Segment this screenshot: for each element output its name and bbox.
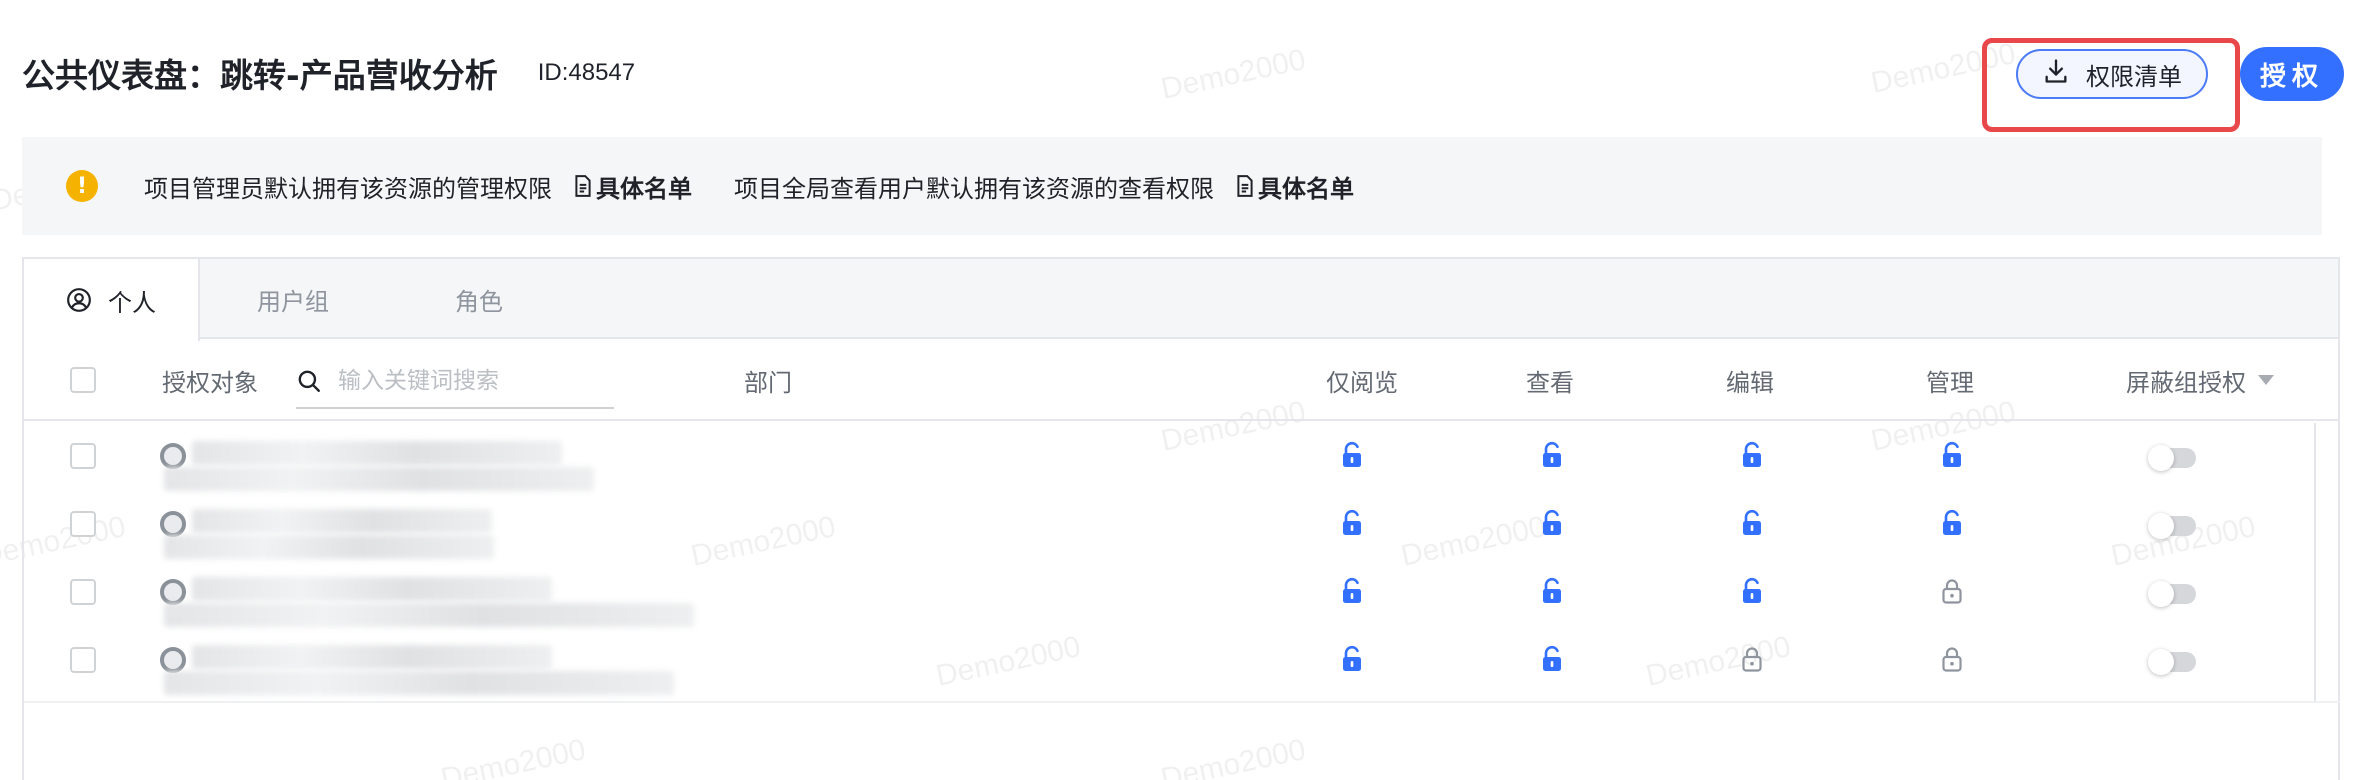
redacted-name <box>192 645 552 669</box>
notice-admin-text: 项目管理员默认拥有该资源的管理权限 <box>144 174 552 203</box>
redacted-name <box>164 671 674 695</box>
page-header: 公共仪表盘：跳转-产品营收分析 ID:48547 <box>22 48 635 98</box>
unlock-icon[interactable] <box>1740 441 1764 469</box>
viewer-list-link[interactable]: 具体名单 <box>1236 169 1354 204</box>
permission-notice: ! 项目管理员默认拥有该资源的管理权限 具体名单 项目全局查看用户默认拥有该资源… <box>22 137 2322 235</box>
tab-individual[interactable]: 个人 <box>24 259 200 341</box>
search-input[interactable] <box>338 368 598 394</box>
subject-search[interactable] <box>296 355 614 409</box>
admin-list-link-label: 具体名单 <box>596 174 692 203</box>
dashboard-id: ID:48547 <box>537 59 636 86</box>
page-title: 公共仪表盘：跳转-产品营收分析 <box>22 56 498 95</box>
select-all-checkbox-cell <box>70 341 96 419</box>
unlock-icon[interactable] <box>1340 577 1364 605</box>
unlock-icon[interactable] <box>1740 509 1764 537</box>
column-view: 查看 <box>1526 368 1574 397</box>
document-icon <box>1237 175 1253 197</box>
lock-icon[interactable] <box>1940 577 1964 605</box>
notice-viewer-text: 项目全局查看用户默认拥有该资源的查看权限 <box>734 174 1214 203</box>
table-divider <box>24 701 2340 703</box>
redacted-name <box>192 509 492 533</box>
column-view-only: 仅阅览 <box>1326 368 1398 397</box>
row-checkbox[interactable] <box>70 511 96 537</box>
unlock-icon[interactable] <box>1540 577 1564 605</box>
viewer-list-link-label: 具体名单 <box>1258 174 1354 203</box>
column-edit: 编辑 <box>1726 368 1774 397</box>
unlock-icon[interactable] <box>1340 645 1364 673</box>
document-icon <box>575 175 591 197</box>
unlock-icon[interactable] <box>1940 509 1964 537</box>
warning-icon: ! <box>66 170 98 202</box>
avatar <box>160 579 186 605</box>
tab-bar: 个人 用户组 角色 <box>24 259 2338 341</box>
redacted-name <box>164 467 594 491</box>
admin-list-link[interactable]: 具体名单 <box>574 169 692 204</box>
table-row <box>24 491 2314 559</box>
watermark: Demo2000 <box>1158 43 1309 106</box>
block-group-toggle[interactable] <box>2148 445 2196 471</box>
column-block-group-label: 屏蔽组授权 <box>2126 368 2246 397</box>
table-row <box>24 559 2314 627</box>
table-header: 授权对象 部门 仅阅览 查看 编辑 管理 屏蔽组授权 <box>24 341 2340 421</box>
redacted-name <box>164 603 694 627</box>
unlock-icon[interactable] <box>1540 509 1564 537</box>
column-subject: 授权对象 <box>162 368 258 397</box>
table-scrollbar[interactable] <box>2314 423 2340 701</box>
avatar <box>160 647 186 673</box>
block-group-toggle[interactable] <box>2148 513 2196 539</box>
redacted-name <box>192 441 562 465</box>
row-checkbox[interactable] <box>70 647 96 673</box>
row-checkbox[interactable] <box>70 579 96 605</box>
permissions-panel: 个人 用户组 角色 授权对象 部门 仅阅览 查看 编辑 管理 屏蔽组授权 <box>22 257 2340 780</box>
lock-icon[interactable] <box>1740 645 1764 673</box>
table-row <box>24 423 2314 491</box>
dropdown-caret-icon <box>2258 375 2274 385</box>
select-all-checkbox[interactable] <box>70 367 96 393</box>
unlock-icon[interactable] <box>1340 509 1364 537</box>
download-button-label: 权限清单 <box>2086 62 2182 91</box>
tab-user-group[interactable]: 用户组 <box>200 259 386 339</box>
authorize-button[interactable]: 授权 <box>2240 47 2344 101</box>
redacted-name <box>164 535 494 559</box>
unlock-icon[interactable] <box>1540 645 1564 673</box>
unlock-icon[interactable] <box>1740 577 1764 605</box>
tab-role[interactable]: 角色 <box>386 259 572 339</box>
table-row <box>24 627 2314 695</box>
unlock-icon[interactable] <box>1940 441 1964 469</box>
block-group-toggle[interactable] <box>2148 581 2196 607</box>
redacted-name <box>192 577 552 601</box>
column-manage: 管理 <box>1926 368 1974 397</box>
unlock-icon[interactable] <box>1340 441 1364 469</box>
column-block-group[interactable]: 屏蔽组授权 <box>2126 341 2274 419</box>
download-icon <box>2042 57 2070 91</box>
search-icon <box>298 370 320 392</box>
permission-list-download-button[interactable]: 权限清单 <box>2016 49 2208 99</box>
avatar <box>160 443 186 469</box>
block-group-toggle[interactable] <box>2148 649 2196 675</box>
unlock-icon[interactable] <box>1540 441 1564 469</box>
row-checkbox[interactable] <box>70 443 96 469</box>
column-department: 部门 <box>744 368 792 397</box>
tab-individual-label: 个人 <box>108 288 156 317</box>
user-circle-icon <box>67 288 91 312</box>
avatar <box>160 511 186 537</box>
lock-icon[interactable] <box>1940 645 1964 673</box>
